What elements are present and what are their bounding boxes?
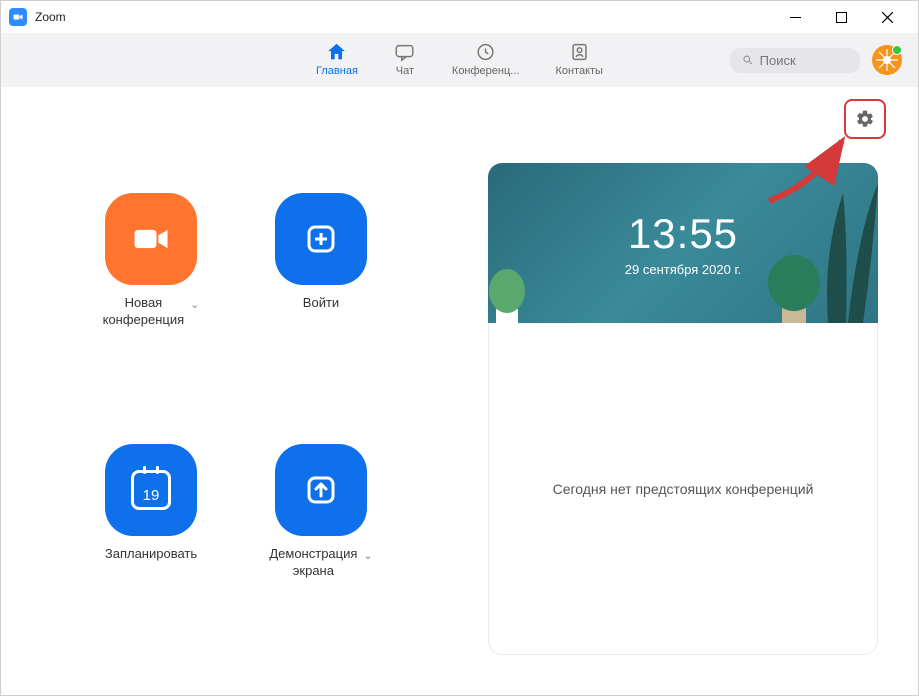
nav-chat-label: Чат bbox=[396, 65, 414, 77]
current-time: 13:55 bbox=[628, 210, 738, 258]
new-meeting-tile[interactable]: Новая конференция ⌄ bbox=[81, 193, 221, 404]
new-meeting-label: Новая конференция bbox=[103, 295, 185, 329]
gear-icon bbox=[855, 109, 875, 129]
video-icon bbox=[105, 193, 197, 285]
settings-button-highlight bbox=[844, 99, 886, 139]
settings-button[interactable] bbox=[854, 108, 876, 130]
maximize-button[interactable] bbox=[818, 1, 864, 33]
nav-home-label: Главная bbox=[316, 65, 358, 77]
search-box[interactable] bbox=[730, 48, 860, 73]
main-content: Новая конференция ⌄ Войти 19 Запланирова… bbox=[1, 87, 918, 695]
schedule-label: Запланировать bbox=[105, 546, 197, 563]
schedule-tile[interactable]: 19 Запланировать bbox=[81, 444, 221, 655]
chat-icon bbox=[394, 41, 416, 63]
topbar: Главная Чат Конференц... Контакты bbox=[1, 33, 918, 87]
nav-meetings-label: Конференц... bbox=[452, 65, 520, 77]
share-screen-tile[interactable]: Демонстрация экрана ⌄ bbox=[251, 444, 391, 655]
window-title: Zoom bbox=[35, 10, 66, 24]
plant-decoration bbox=[818, 173, 878, 323]
plant-decoration bbox=[488, 261, 532, 323]
search-icon bbox=[742, 53, 754, 67]
join-tile[interactable]: Войти bbox=[251, 193, 391, 404]
share-icon bbox=[275, 444, 367, 536]
nav-meetings[interactable]: Конференц... bbox=[444, 33, 528, 87]
no-meetings-message: Сегодня нет предстоящих конференций bbox=[488, 323, 878, 655]
nav-contacts[interactable]: Контакты bbox=[547, 33, 611, 87]
share-label: Демонстрация экрана bbox=[269, 546, 357, 580]
nav-home[interactable]: Главная bbox=[308, 33, 366, 87]
search-input[interactable] bbox=[760, 53, 848, 68]
nav-contacts-label: Контакты bbox=[555, 65, 603, 77]
zoom-logo-icon bbox=[9, 8, 27, 26]
new-meeting-dropdown[interactable]: ⌄ bbox=[190, 298, 199, 311]
plus-icon bbox=[275, 193, 367, 285]
contacts-icon bbox=[568, 41, 590, 63]
titlebar: Zoom bbox=[1, 1, 918, 33]
minimize-button[interactable] bbox=[772, 1, 818, 33]
main-nav: Главная Чат Конференц... Контакты bbox=[308, 33, 611, 87]
avatar-icon bbox=[873, 46, 901, 74]
close-button[interactable] bbox=[864, 1, 910, 33]
clock-hero: 13:55 29 сентября 2020 г. bbox=[488, 163, 878, 323]
action-tiles: Новая конференция ⌄ Войти 19 Запланирова… bbox=[81, 115, 391, 655]
user-avatar[interactable] bbox=[872, 45, 902, 75]
home-icon bbox=[326, 41, 348, 63]
nav-chat[interactable]: Чат bbox=[386, 33, 424, 87]
app-window: Zoom Главная Чат К bbox=[0, 0, 919, 696]
calendar-icon: 19 bbox=[105, 444, 197, 536]
current-date: 29 сентября 2020 г. bbox=[625, 262, 741, 277]
schedule-panel: 13:55 29 сентября 2020 г. Сегодня нет пр… bbox=[488, 163, 878, 655]
join-label: Войти bbox=[303, 295, 339, 312]
clock-icon bbox=[475, 41, 497, 63]
share-dropdown[interactable]: ⌄ bbox=[363, 549, 372, 562]
plant-decoration bbox=[762, 243, 822, 323]
